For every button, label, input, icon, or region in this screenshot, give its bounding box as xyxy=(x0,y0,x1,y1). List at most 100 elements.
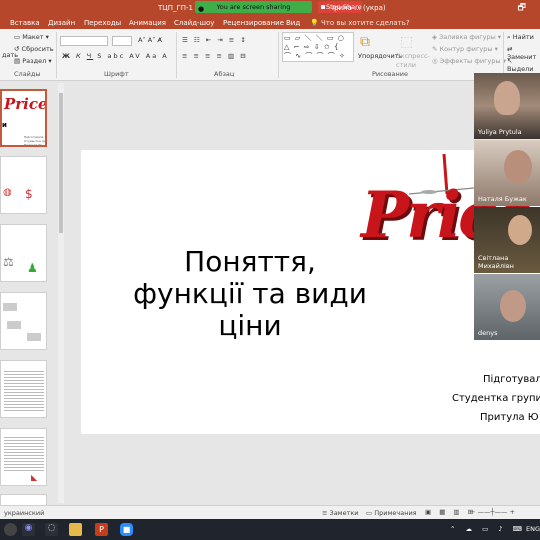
language-indicator[interactable]: украинский xyxy=(4,509,44,517)
shape-fill-button[interactable]: ◈ Заливка фигуры ▾ xyxy=(432,33,501,41)
zoom-slider[interactable]: − ——┼—— + xyxy=(470,508,515,516)
document-title: ТЦП_ГП-1 xyxy=(158,4,193,12)
reset-button[interactable]: ↺ Сбросить xyxy=(14,45,54,53)
windows-taskbar: ◉ ◌ P ■ ⌃ ☁ ▭ ♪ ⌨ ENG xyxy=(0,519,540,540)
tab-review[interactable]: Рецензирование xyxy=(223,19,284,27)
title-line-2: функції та види xyxy=(133,277,367,310)
tell-me-text: Что вы хотите сделать? xyxy=(320,19,410,27)
title-bar: ТЦП_ГП-1 ● You are screen sharing Stop S… xyxy=(0,0,540,16)
shape-effects-button[interactable]: ◎ Эффекты фигуры ▾ xyxy=(432,57,506,65)
participant-video-3[interactable]: Світлана Михайлівн xyxy=(474,207,540,273)
scales-icon: ⚖ xyxy=(3,255,14,269)
tab-insert[interactable]: Вставка xyxy=(10,19,40,27)
slide-thumbnail-5[interactable] xyxy=(0,360,47,418)
share-icon: ● xyxy=(198,5,205,13)
layout-button[interactable]: ▭ Макет ▾ xyxy=(14,33,49,41)
participant-name: Yuliya Prytula xyxy=(478,128,522,136)
diagram-box xyxy=(27,333,41,341)
lightbulb-icon: 💡 xyxy=(310,19,319,27)
powerpoint-icon[interactable]: P xyxy=(95,523,108,536)
layout-label: Макет xyxy=(22,33,44,41)
title-line-3: ціни xyxy=(218,309,282,342)
shapes-gallery[interactable]: ▭ ▱ ＼ ＼ ▭ ○ △ ⌐ ⇨ ⇩ ✩ {⌒ ∿ ⌒ ⌒ ⌒ ✧ xyxy=(282,32,354,62)
thumb-price-logo: Price xyxy=(4,95,47,113)
effects-icon: ◎ xyxy=(432,57,438,65)
tell-me-search[interactable]: 💡 Что вы хотите сделать? xyxy=(310,19,410,27)
tab-design[interactable]: Дизайн xyxy=(48,19,75,27)
reset-icon: ↺ xyxy=(14,45,20,53)
caption-line-3: Притула Ю xyxy=(480,412,539,423)
reset-label: Сбросить xyxy=(21,45,54,53)
search-icon[interactable] xyxy=(4,523,17,536)
thumb-caption: Підготувала Студентка групи ГП-1 Притула… xyxy=(24,135,46,147)
font-size-box[interactable] xyxy=(112,36,132,46)
font-format-buttons[interactable]: Ж К Ч S abc AV Аа A xyxy=(62,52,169,60)
screen-sharing-indicator[interactable]: ● You are screen sharing xyxy=(195,1,312,13)
notes-button[interactable]: ≡ Заметки xyxy=(322,509,359,517)
zoom-icon[interactable]: ■ xyxy=(120,523,133,536)
viber-icon[interactable]: ◉ xyxy=(22,523,35,536)
pen-icon: ✎ xyxy=(432,45,438,53)
shape-outline-button[interactable]: ✎ Контур фигуры ▾ xyxy=(432,45,498,53)
font-size-buttons[interactable]: A˄ A˅ A̸ xyxy=(138,36,162,44)
system-tray-icons[interactable]: ⌃ ☁ ▭ ♪ ⌨ xyxy=(450,525,526,533)
replace-icon: ⇄ xyxy=(507,45,513,53)
text-lines xyxy=(4,369,44,413)
comment-icon: ▭ xyxy=(366,509,373,517)
group-label-slides: Слайды xyxy=(14,70,41,78)
tab-animation[interactable]: Анимация xyxy=(129,19,166,27)
divider xyxy=(176,32,177,78)
keyboard-language[interactable]: ENG xyxy=(526,525,540,533)
layout-icon: ▭ xyxy=(14,33,21,41)
align-buttons[interactable]: ≡ ≡ ≡ ≡ ▥ ⊟ xyxy=(182,52,248,60)
slide-thumbnail-4[interactable] xyxy=(0,292,47,350)
slide-thumbnail-2[interactable]: ◍ $ xyxy=(0,156,47,214)
shape-effects-label: Эффекты фигуры xyxy=(439,57,501,65)
thumb-title-text: и xyxy=(2,121,7,129)
list-buttons[interactable]: ☰ ☷ ⇤ ⇥ ≡ ↕ xyxy=(182,36,248,44)
section-button[interactable]: ▤ Раздел ▾ xyxy=(14,57,52,65)
quick-styles-icon: ⬚ xyxy=(400,34,414,50)
group-label-drawing: Рисование xyxy=(372,70,408,78)
status-bar: украинский ≡ Заметки ▭ Примечания ▣ ▦ ▥ … xyxy=(0,505,540,519)
slide-title[interactable]: Поняття, функції та види ціни xyxy=(129,246,371,342)
scrollbar-thumb[interactable] xyxy=(59,93,63,233)
quick-styles-button[interactable]: Экспресс-стили xyxy=(396,52,430,70)
arrange-icon: ⧉ xyxy=(360,34,370,50)
people-icon: ♟ xyxy=(27,261,38,275)
window-controls[interactable]: 🗗 xyxy=(518,0,526,16)
participant-face xyxy=(494,81,520,115)
current-slide[interactable]: Price Поняття, функції та види ціни Підг… xyxy=(81,150,540,434)
participant-face xyxy=(500,290,526,322)
caption-line-2: Студентка групи xyxy=(452,393,540,404)
comments-label: Примечания xyxy=(374,509,417,517)
shape-fill-label: Заливка фигуры xyxy=(439,33,496,41)
slide-thumbnail-6[interactable]: ◣ xyxy=(0,428,47,486)
thumbnail-scrollbar[interactable] xyxy=(58,83,64,503)
tab-slideshow[interactable]: Слайд-шоу xyxy=(174,19,214,27)
caption-line-1: Підготувал xyxy=(483,374,540,385)
stop-icon xyxy=(321,5,325,9)
find-button[interactable]: ⌕ Найти xyxy=(507,33,534,42)
app-icon[interactable]: ◌ xyxy=(45,523,58,536)
tab-view[interactable]: Вид xyxy=(286,19,300,27)
tag-icon: ◣ xyxy=(31,473,38,482)
view-buttons[interactable]: ▣ ▦ ▥ ⊞ xyxy=(425,508,476,516)
money-bag-icon: $ xyxy=(25,187,33,201)
divider xyxy=(278,32,279,78)
select-label: Выдели xyxy=(507,65,534,73)
diagram-box xyxy=(7,321,21,329)
select-button[interactable]: ↖ Выдели xyxy=(507,57,540,73)
slide-thumbnail-1[interactable]: Price и Підготувала Студентка групи ГП-1… xyxy=(0,89,47,147)
search-icon: ⌕ xyxy=(507,33,511,41)
file-explorer-icon[interactable] xyxy=(69,523,82,536)
participant-video-1[interactable]: Yuliya Prytula xyxy=(474,73,540,139)
participant-video-2[interactable]: Наталя Бужак xyxy=(474,140,540,206)
font-name-box[interactable] xyxy=(60,36,108,46)
participant-video-4[interactable]: denys xyxy=(474,274,540,340)
shape-outline-label: Контур фигуры xyxy=(439,45,493,53)
tab-transitions[interactable]: Переходы xyxy=(84,19,121,27)
slide-thumbnail-3[interactable]: ⚖ ♟ xyxy=(0,224,47,282)
diagram-box xyxy=(3,303,17,311)
comments-button[interactable]: ▭ Примечания xyxy=(366,509,417,517)
